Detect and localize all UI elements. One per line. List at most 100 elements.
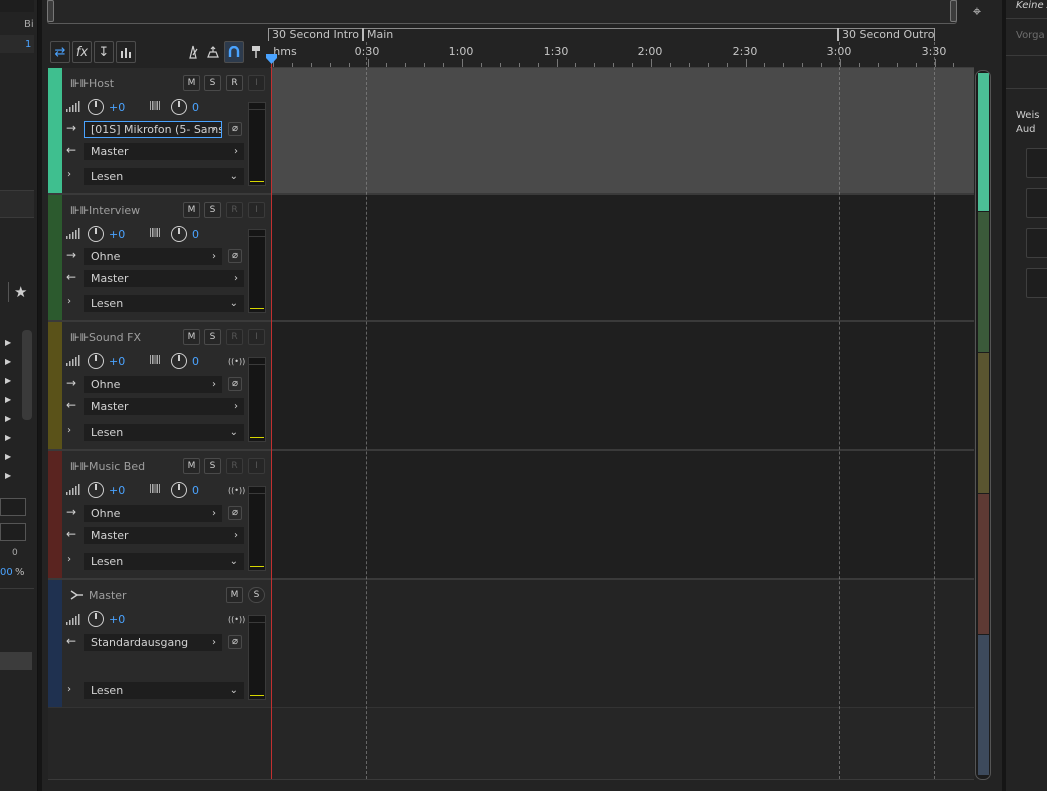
automation-dropdown[interactable]: Lesen ⌄ [84,168,244,185]
record-arm-button[interactable]: R [226,202,243,218]
right-panel-button[interactable] [1026,148,1047,178]
right-panel-button[interactable] [1026,228,1047,258]
zoom-navigator-left-handle[interactable] [47,0,54,22]
track-lane[interactable] [272,68,974,195]
preset-label[interactable]: Vorga [1016,30,1045,41]
volume-value[interactable]: +0 [109,101,125,114]
pan-knob[interactable] [171,99,187,115]
scroll-segment-host[interactable] [978,73,989,211]
track-name[interactable]: Interview [89,204,140,217]
scroll-segment-interview[interactable] [978,212,989,352]
record-arm-button[interactable]: R [226,75,243,91]
expand-chevron-icon[interactable]: › [67,684,71,695]
expander-arrow-icons[interactable]: ▶ ▶ ▶ ▶ ▶ ▶ ▶ ▶ [5,333,11,485]
marker-main[interactable]: Main [362,28,393,41]
track-lane[interactable] [272,451,974,580]
pan-value[interactable]: 0 [192,228,199,241]
monitor-input-button[interactable]: I [248,75,265,91]
mute-button[interactable]: M [183,75,200,91]
output-dropdown[interactable]: Standardausgang › [84,634,222,651]
automation-dropdown[interactable]: Lesen ⌄ [84,295,244,312]
volume-knob[interactable] [88,482,104,498]
phase-invert-icon[interactable]: ⌀ [228,377,242,391]
expand-chevron-icon[interactable]: › [67,296,71,307]
marker-outro[interactable]: 30 Second Outro [837,28,934,41]
track-lane[interactable] [272,580,974,708]
input-dropdown[interactable]: Ohne › [84,376,222,393]
automation-dropdown[interactable]: Lesen ⌄ [84,553,244,570]
track-name[interactable]: Music Bed [89,460,145,473]
solo-button[interactable]: S [204,329,221,345]
track-name[interactable]: Sound FX [89,331,141,344]
monitor-input-button[interactable]: I [248,202,265,218]
pan-value[interactable]: 0 [192,101,199,114]
record-arm-button[interactable]: R [226,329,243,345]
track-lane[interactable] [272,195,974,322]
pan-knob[interactable] [171,226,187,242]
solo-button[interactable]: S [204,202,221,218]
pan-knob[interactable] [171,482,187,498]
phase-invert-icon[interactable]: ⌀ [228,249,242,263]
volume-knob[interactable] [88,226,104,242]
zoom-crosshair-icon[interactable]: ⌖ [966,1,988,21]
phase-invert-icon[interactable]: ⌀ [228,122,242,136]
mute-button[interactable]: M [183,329,200,345]
monitor-input-button[interactable]: I [248,458,265,474]
pan-value[interactable]: 0 [192,484,199,497]
horizontal-scroll-area[interactable] [48,779,974,791]
mute-button[interactable]: M [226,587,243,603]
pan-knob[interactable] [171,353,187,369]
punch-icon[interactable] [203,41,223,63]
sends-icon[interactable]: ↧ [94,41,114,63]
record-arm-button[interactable]: R [226,458,243,474]
automation-dropdown[interactable]: Lesen ⌄ [84,424,244,441]
metronome-icon[interactable] [183,41,203,63]
empty-track-area[interactable] [48,708,974,779]
marker-icon[interactable] [246,41,266,63]
automation-dropdown[interactable]: Lesen ⌄ [84,682,244,699]
pan-value[interactable]: 0 [192,355,199,368]
output-dropdown[interactable]: Master › [84,398,244,415]
eq-icon[interactable] [116,41,136,63]
inputs-outputs-icon[interactable]: ⇄ [50,41,70,63]
input-dropdown[interactable]: Ohne › [84,505,222,522]
phase-invert-icon[interactable]: ⌀ [228,635,242,649]
monitor-input-button[interactable]: I [248,329,265,345]
track-name[interactable]: Host [89,77,114,90]
zoom-navigator[interactable] [47,0,957,24]
output-dropdown[interactable]: Master › [84,143,244,160]
volume-knob[interactable] [88,611,104,627]
volume-knob[interactable] [88,99,104,115]
time-ruler[interactable]: hms 0:30 1:00 1:30 2:00 2:30 3:00 3:30 [270,42,974,68]
playhead[interactable] [271,58,272,779]
mute-button[interactable]: M [183,202,200,218]
track-scrollbar[interactable] [975,70,991,780]
star-icon[interactable]: ★ [14,283,27,301]
left-input-box[interactable] [0,498,26,516]
mute-button[interactable]: M [183,458,200,474]
left-input-box[interactable] [0,523,26,541]
snap-magnet-icon[interactable] [224,41,244,63]
volume-value[interactable]: +0 [109,228,125,241]
track-lane[interactable] [272,322,974,451]
right-panel-button[interactable] [1026,188,1047,218]
left-scrollbar-thumb[interactable] [22,330,32,420]
right-panel-button[interactable] [1026,268,1047,298]
solo-button[interactable]: S [248,587,265,603]
expand-chevron-icon[interactable]: › [67,554,71,565]
solo-button[interactable]: S [204,75,221,91]
scroll-segment-sound-fx[interactable] [978,353,989,493]
output-dropdown[interactable]: Master › [84,527,244,544]
phase-invert-icon[interactable]: ⌀ [228,506,242,520]
playhead-handle-icon[interactable] [266,54,277,64]
scroll-segment-master[interactable] [978,635,989,775]
expand-chevron-icon[interactable]: › [67,169,71,180]
input-dropdown[interactable]: [01S] Mikrofon (5- Sams › [84,121,222,138]
scroll-segment-music-bed[interactable] [978,494,989,634]
input-dropdown[interactable]: Ohne › [84,248,222,265]
track-name[interactable]: Master [89,589,127,602]
fx-icon[interactable]: fx [72,41,92,63]
solo-button[interactable]: S [204,458,221,474]
output-dropdown[interactable]: Master › [84,270,244,287]
volume-value[interactable]: +0 [109,355,125,368]
